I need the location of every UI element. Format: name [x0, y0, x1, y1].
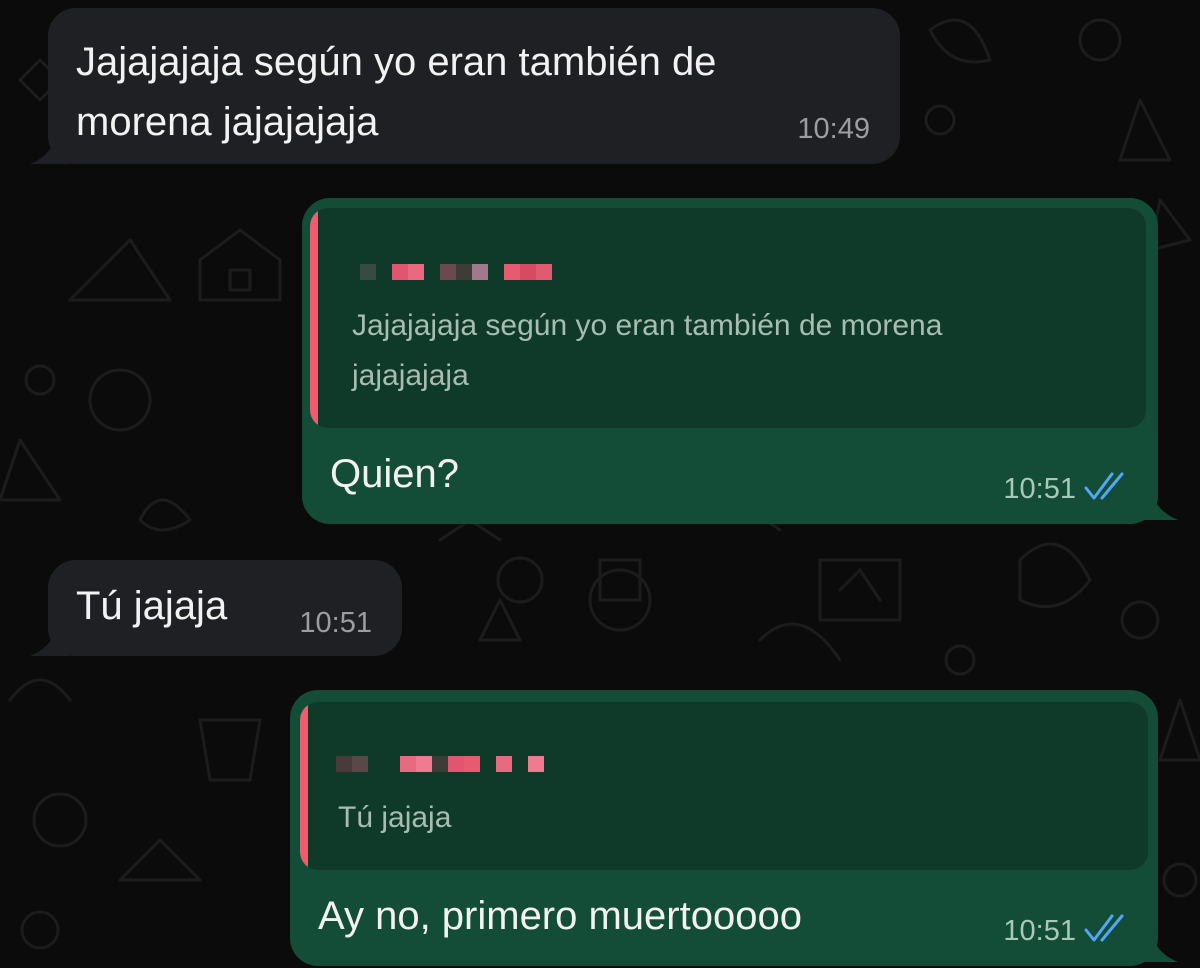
message-timestamp: 10:51 — [299, 607, 372, 639]
quoted-message[interactable]: Tú jajaja — [300, 702, 1148, 870]
message-text: Jajajajaja según yo eran también de — [76, 40, 717, 84]
message-timestamp: 10:51 — [1003, 915, 1076, 947]
quote-text: Tú jajaja — [338, 801, 452, 834]
bubble-tail — [1138, 936, 1178, 962]
message-timestamp: 10:49 — [797, 113, 870, 145]
message-bubble-incoming[interactable]: Jajajajaja según yo eran también de more… — [30, 8, 900, 164]
quote-text: Jajajajaja según yo eran también de more… — [352, 309, 943, 342]
message-bubble-outgoing[interactable]: Jajajajaja según yo eran también de more… — [302, 198, 1178, 524]
bubble-tail — [30, 630, 70, 656]
message-bubble-outgoing[interactable]: Tú jajaja Ay no, primero muertooooo 10:5… — [290, 690, 1178, 966]
quote-accent-bar — [310, 208, 318, 428]
quote-sender-name-redacted — [360, 264, 552, 280]
message-text: Tú jajaja — [76, 584, 228, 628]
double-check-read-icon — [1084, 472, 1124, 500]
message-bubble-incoming[interactable]: Tú jajaja 10:51 — [30, 560, 402, 656]
bubble-tail — [30, 138, 70, 164]
message-timestamp: 10:51 — [1003, 473, 1076, 505]
quote-accent-bar — [300, 702, 308, 870]
double-check-read-icon — [1084, 914, 1124, 942]
bubble-tail — [1138, 494, 1178, 520]
message-text: Quien? — [330, 452, 459, 496]
quoted-message[interactable]: Jajajajaja según yo eran también de more… — [310, 208, 1146, 428]
message-text: Ay no, primero muertooooo — [318, 894, 802, 938]
quote-sender-name-redacted — [336, 756, 544, 772]
message-text: morena jajajajaja — [76, 100, 379, 144]
quote-text: jajajajaja — [352, 359, 469, 392]
